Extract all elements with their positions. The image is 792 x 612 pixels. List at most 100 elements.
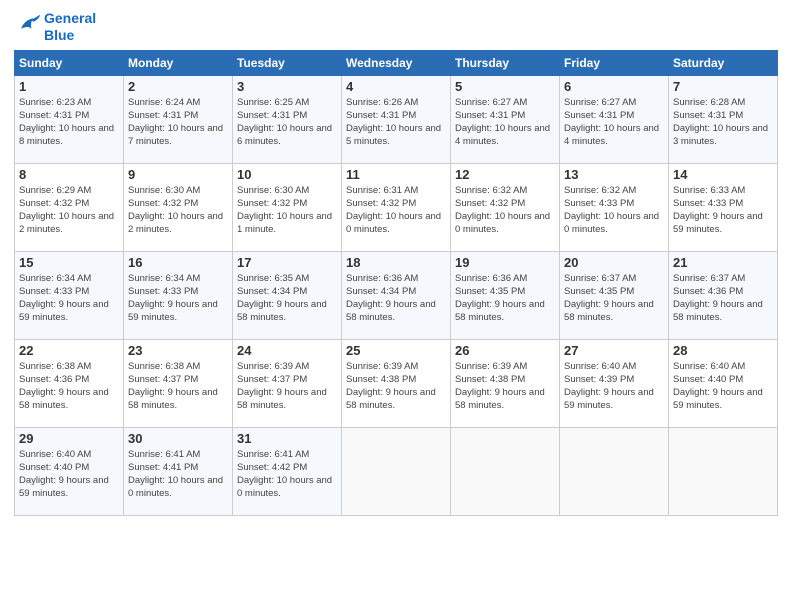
day-number: 8 bbox=[19, 167, 119, 182]
day-number: 27 bbox=[564, 343, 664, 358]
calendar-cell: 12Sunrise: 6:32 AMSunset: 4:32 PMDayligh… bbox=[451, 163, 560, 251]
calendar-cell: 3 Sunrise: 6:25 AMSunset: 4:31 PMDaylight… bbox=[233, 75, 342, 163]
calendar-cell: 26 Sunrise: 6:39 AMSunset: 4:38 PMDayligh… bbox=[451, 339, 560, 427]
day-info: Sunrise: 6:37 AMSunset: 4:36 PMDaylight:… bbox=[673, 272, 773, 325]
calendar-cell: 8 Sunrise: 6:29 AMSunset: 4:32 PMDaylight… bbox=[15, 163, 124, 251]
day-number: 2 bbox=[128, 79, 228, 94]
dow-cell: Sunday bbox=[15, 50, 124, 75]
day-of-week-header: SundayMondayTuesdayWednesdayThursdayFrid… bbox=[15, 50, 778, 75]
day-info: Sunrise: 6:39 AMSunset: 4:38 PMDaylight:… bbox=[346, 360, 446, 413]
day-info: Sunrise: 6:34 AMSunset: 4:33 PMDaylight:… bbox=[128, 272, 228, 325]
day-info: Sunrise: 6:38 AMSunset: 4:36 PMDaylight:… bbox=[19, 360, 119, 413]
day-info: Sunrise: 6:34 AMSunset: 4:33 PMDaylight:… bbox=[19, 272, 119, 325]
day-number: 16 bbox=[128, 255, 228, 270]
day-info: Sunrise: 6:32 AMSunset: 4:32 PMDaylight:… bbox=[455, 184, 555, 237]
day-number: 24 bbox=[237, 343, 337, 358]
day-info: Sunrise: 6:39 AMSunset: 4:37 PMDaylight:… bbox=[237, 360, 337, 413]
dow-cell: Tuesday bbox=[233, 50, 342, 75]
calendar-cell: 25 Sunrise: 6:39 AMSunset: 4:38 PMDayligh… bbox=[342, 339, 451, 427]
day-number: 30 bbox=[128, 431, 228, 446]
calendar-cell bbox=[342, 427, 451, 515]
calendar-week-row: 29Sunrise: 6:40 AMSunset: 4:40 PMDayligh… bbox=[15, 427, 778, 515]
calendar-cell: 18Sunrise: 6:36 AMSunset: 4:34 PMDayligh… bbox=[342, 251, 451, 339]
day-info: Sunrise: 6:41 AMSunset: 4:42 PMDaylight:… bbox=[237, 448, 337, 501]
day-info: Sunrise: 6:31 AMSunset: 4:32 PMDaylight:… bbox=[346, 184, 446, 237]
day-number: 23 bbox=[128, 343, 228, 358]
dow-cell: Saturday bbox=[669, 50, 778, 75]
calendar-cell: 5Sunrise: 6:27 AMSunset: 4:31 PMDaylight… bbox=[451, 75, 560, 163]
calendar-cell: 15 Sunrise: 6:34 AMSunset: 4:33 PMDayligh… bbox=[15, 251, 124, 339]
logo-text: General Blue bbox=[44, 10, 96, 44]
calendar-week-row: 15 Sunrise: 6:34 AMSunset: 4:33 PMDayligh… bbox=[15, 251, 778, 339]
calendar-cell: 23 Sunrise: 6:38 AMSunset: 4:37 PMDayligh… bbox=[124, 339, 233, 427]
calendar-cell bbox=[451, 427, 560, 515]
dow-cell: Wednesday bbox=[342, 50, 451, 75]
calendar-cell: 2Sunrise: 6:24 AMSunset: 4:31 PMDaylight… bbox=[124, 75, 233, 163]
calendar-cell: 30 Sunrise: 6:41 AMSunset: 4:41 PMDayligh… bbox=[124, 427, 233, 515]
calendar-container: General Blue SundayMondayTuesdayWednesda… bbox=[0, 0, 792, 612]
day-info: Sunrise: 6:23 AMSunset: 4:31 PMDaylight:… bbox=[19, 96, 119, 149]
day-number: 10 bbox=[237, 167, 337, 182]
day-info: Sunrise: 6:40 AMSunset: 4:40 PMDaylight:… bbox=[673, 360, 773, 413]
day-info: Sunrise: 6:37 AMSunset: 4:35 PMDaylight:… bbox=[564, 272, 664, 325]
day-number: 1 bbox=[19, 79, 119, 94]
day-info: Sunrise: 6:30 AMSunset: 4:32 PMDaylight:… bbox=[237, 184, 337, 237]
logo-icon bbox=[14, 13, 42, 41]
day-number: 22 bbox=[19, 343, 119, 358]
calendar-cell: 16 Sunrise: 6:34 AMSunset: 4:33 PMDayligh… bbox=[124, 251, 233, 339]
calendar-body: 1 Sunrise: 6:23 AMSunset: 4:31 PMDaylight… bbox=[15, 75, 778, 515]
day-number: 11 bbox=[346, 167, 446, 182]
day-number: 25 bbox=[346, 343, 446, 358]
calendar-cell: 29Sunrise: 6:40 AMSunset: 4:40 PMDayligh… bbox=[15, 427, 124, 515]
calendar-cell: 10 Sunrise: 6:30 AMSunset: 4:32 PMDayligh… bbox=[233, 163, 342, 251]
day-info: Sunrise: 6:36 AMSunset: 4:35 PMDaylight:… bbox=[455, 272, 555, 325]
day-number: 17 bbox=[237, 255, 337, 270]
day-number: 5 bbox=[455, 79, 555, 94]
day-number: 19 bbox=[455, 255, 555, 270]
day-info: Sunrise: 6:41 AMSunset: 4:41 PMDaylight:… bbox=[128, 448, 228, 501]
day-info: Sunrise: 6:33 AMSunset: 4:33 PMDaylight:… bbox=[673, 184, 773, 237]
header: General Blue bbox=[14, 10, 778, 44]
day-info: Sunrise: 6:40 AMSunset: 4:39 PMDaylight:… bbox=[564, 360, 664, 413]
calendar-cell: 28 Sunrise: 6:40 AMSunset: 4:40 PMDayligh… bbox=[669, 339, 778, 427]
calendar-cell: 27 Sunrise: 6:40 AMSunset: 4:39 PMDayligh… bbox=[560, 339, 669, 427]
calendar-cell: 6 Sunrise: 6:27 AMSunset: 4:31 PMDaylight… bbox=[560, 75, 669, 163]
day-number: 29 bbox=[19, 431, 119, 446]
calendar-cell: 21Sunrise: 6:37 AMSunset: 4:36 PMDayligh… bbox=[669, 251, 778, 339]
calendar-cell: 17 Sunrise: 6:35 AMSunset: 4:34 PMDayligh… bbox=[233, 251, 342, 339]
day-info: Sunrise: 6:27 AMSunset: 4:31 PMDaylight:… bbox=[564, 96, 664, 149]
day-info: Sunrise: 6:28 AMSunset: 4:31 PMDaylight:… bbox=[673, 96, 773, 149]
calendar-cell: 9 Sunrise: 6:30 AMSunset: 4:32 PMDaylight… bbox=[124, 163, 233, 251]
dow-cell: Friday bbox=[560, 50, 669, 75]
day-info: Sunrise: 6:36 AMSunset: 4:34 PMDaylight:… bbox=[346, 272, 446, 325]
day-info: Sunrise: 6:32 AMSunset: 4:33 PMDaylight:… bbox=[564, 184, 664, 237]
day-info: Sunrise: 6:25 AMSunset: 4:31 PMDaylight:… bbox=[237, 96, 337, 149]
day-number: 31 bbox=[237, 431, 337, 446]
logo: General Blue bbox=[14, 10, 96, 44]
day-info: Sunrise: 6:39 AMSunset: 4:38 PMDaylight:… bbox=[455, 360, 555, 413]
day-number: 26 bbox=[455, 343, 555, 358]
day-number: 13 bbox=[564, 167, 664, 182]
calendar-cell: 4 Sunrise: 6:26 AMSunset: 4:31 PMDaylight… bbox=[342, 75, 451, 163]
day-info: Sunrise: 6:29 AMSunset: 4:32 PMDaylight:… bbox=[19, 184, 119, 237]
calendar-cell: 13 Sunrise: 6:32 AMSunset: 4:33 PMDayligh… bbox=[560, 163, 669, 251]
day-number: 15 bbox=[19, 255, 119, 270]
day-info: Sunrise: 6:26 AMSunset: 4:31 PMDaylight:… bbox=[346, 96, 446, 149]
day-number: 7 bbox=[673, 79, 773, 94]
day-number: 3 bbox=[237, 79, 337, 94]
day-number: 14 bbox=[673, 167, 773, 182]
calendar-cell: 31 Sunrise: 6:41 AMSunset: 4:42 PMDayligh… bbox=[233, 427, 342, 515]
calendar-week-row: 22 Sunrise: 6:38 AMSunset: 4:36 PMDayligh… bbox=[15, 339, 778, 427]
calendar-cell: 7 Sunrise: 6:28 AMSunset: 4:31 PMDaylight… bbox=[669, 75, 778, 163]
calendar-cell: 11 Sunrise: 6:31 AMSunset: 4:32 PMDayligh… bbox=[342, 163, 451, 251]
day-info: Sunrise: 6:35 AMSunset: 4:34 PMDaylight:… bbox=[237, 272, 337, 325]
day-number: 9 bbox=[128, 167, 228, 182]
day-number: 28 bbox=[673, 343, 773, 358]
day-number: 4 bbox=[346, 79, 446, 94]
calendar-cell: 20Sunrise: 6:37 AMSunset: 4:35 PMDayligh… bbox=[560, 251, 669, 339]
calendar-week-row: 1 Sunrise: 6:23 AMSunset: 4:31 PMDaylight… bbox=[15, 75, 778, 163]
day-info: Sunrise: 6:30 AMSunset: 4:32 PMDaylight:… bbox=[128, 184, 228, 237]
day-number: 6 bbox=[564, 79, 664, 94]
day-info: Sunrise: 6:38 AMSunset: 4:37 PMDaylight:… bbox=[128, 360, 228, 413]
calendar-week-row: 8 Sunrise: 6:29 AMSunset: 4:32 PMDaylight… bbox=[15, 163, 778, 251]
